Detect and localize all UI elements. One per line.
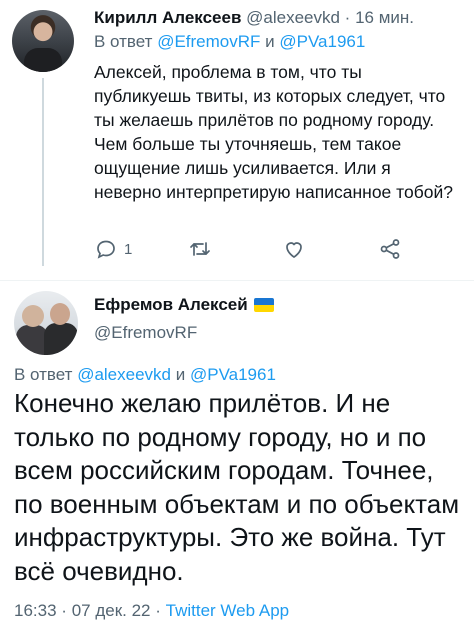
tweet-text: Алексей, проблема в том, что ты публикуе…	[94, 62, 453, 202]
thread-line	[42, 78, 44, 266]
tweet-header: Ефремов Алексей	[94, 295, 274, 315]
tweet-source[interactable]: Twitter Web App	[166, 601, 289, 620]
mention-link[interactable]: @PVa1961	[190, 365, 276, 384]
tweet-date[interactable]: 07 дек. 22	[72, 601, 151, 620]
share-button[interactable]	[378, 236, 402, 262]
reply-prefix: В ответ	[14, 365, 73, 384]
reply-context: В ответ @alexeevkd и @PVa1961	[14, 365, 276, 385]
avatar[interactable]	[12, 10, 74, 72]
main-tweet: Ефремов Алексей @EfremovRF В ответ @alex…	[0, 281, 474, 630]
reply-tweet[interactable]: Кирилл Алексеев @alexeevkd · 16 мин. В о…	[0, 0, 474, 280]
tweet-meta: 16:33 · 07 дек. 22 · Twitter Web App	[14, 601, 289, 621]
reply-count: 1	[124, 240, 133, 258]
reply-prefix: В ответ	[94, 32, 153, 51]
reply-conjunction: и	[265, 32, 275, 51]
author-handle[interactable]: @alexeevkd	[246, 8, 340, 27]
avatar[interactable]	[14, 291, 78, 355]
retweet-icon	[190, 242, 210, 256]
separator: ·	[344, 8, 351, 27]
reply-conjunction: и	[175, 365, 186, 384]
reply-context: В ответ @EfremovRF и @PVa1961	[94, 32, 365, 52]
tweet-actions: 1	[94, 236, 424, 262]
author-name[interactable]: Кирилл Алексеев	[94, 8, 241, 27]
mention-link[interactable]: @PVa1961	[279, 32, 365, 51]
like-button[interactable]	[282, 236, 306, 262]
separator: ·	[155, 601, 161, 620]
ukraine-flag-icon	[253, 298, 274, 312]
author-handle[interactable]: @EfremovRF	[94, 323, 197, 343]
reply-button[interactable]: 1	[94, 236, 132, 262]
tweet-text: Конечно желаю прилётов. И не только по р…	[14, 388, 460, 586]
tweet-time[interactable]: 16 мин.	[355, 8, 414, 27]
retweet-button[interactable]	[188, 236, 212, 262]
mention-link[interactable]: @EfremovRF	[157, 32, 260, 51]
tweet-header: Кирилл Алексеев @alexeevkd · 16 мин.	[94, 8, 414, 28]
author-name[interactable]: Ефремов Алексей	[94, 295, 248, 315]
separator: ·	[61, 601, 67, 620]
like-icon	[286, 242, 302, 259]
reply-icon	[97, 240, 115, 259]
tweet-time[interactable]: 16:33	[14, 601, 57, 620]
mention-link[interactable]: @alexeevkd	[77, 365, 171, 384]
share-icon	[380, 239, 400, 259]
